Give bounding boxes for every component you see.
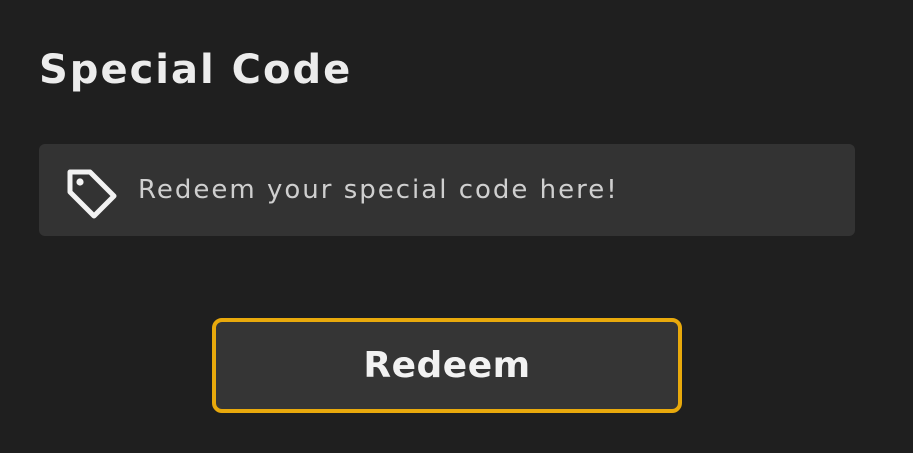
tag-icon [62, 165, 120, 221]
page-title: Special Code [39, 47, 353, 93]
special-code-input[interactable] [138, 166, 838, 214]
redeem-button[interactable]: Redeem [212, 318, 682, 413]
